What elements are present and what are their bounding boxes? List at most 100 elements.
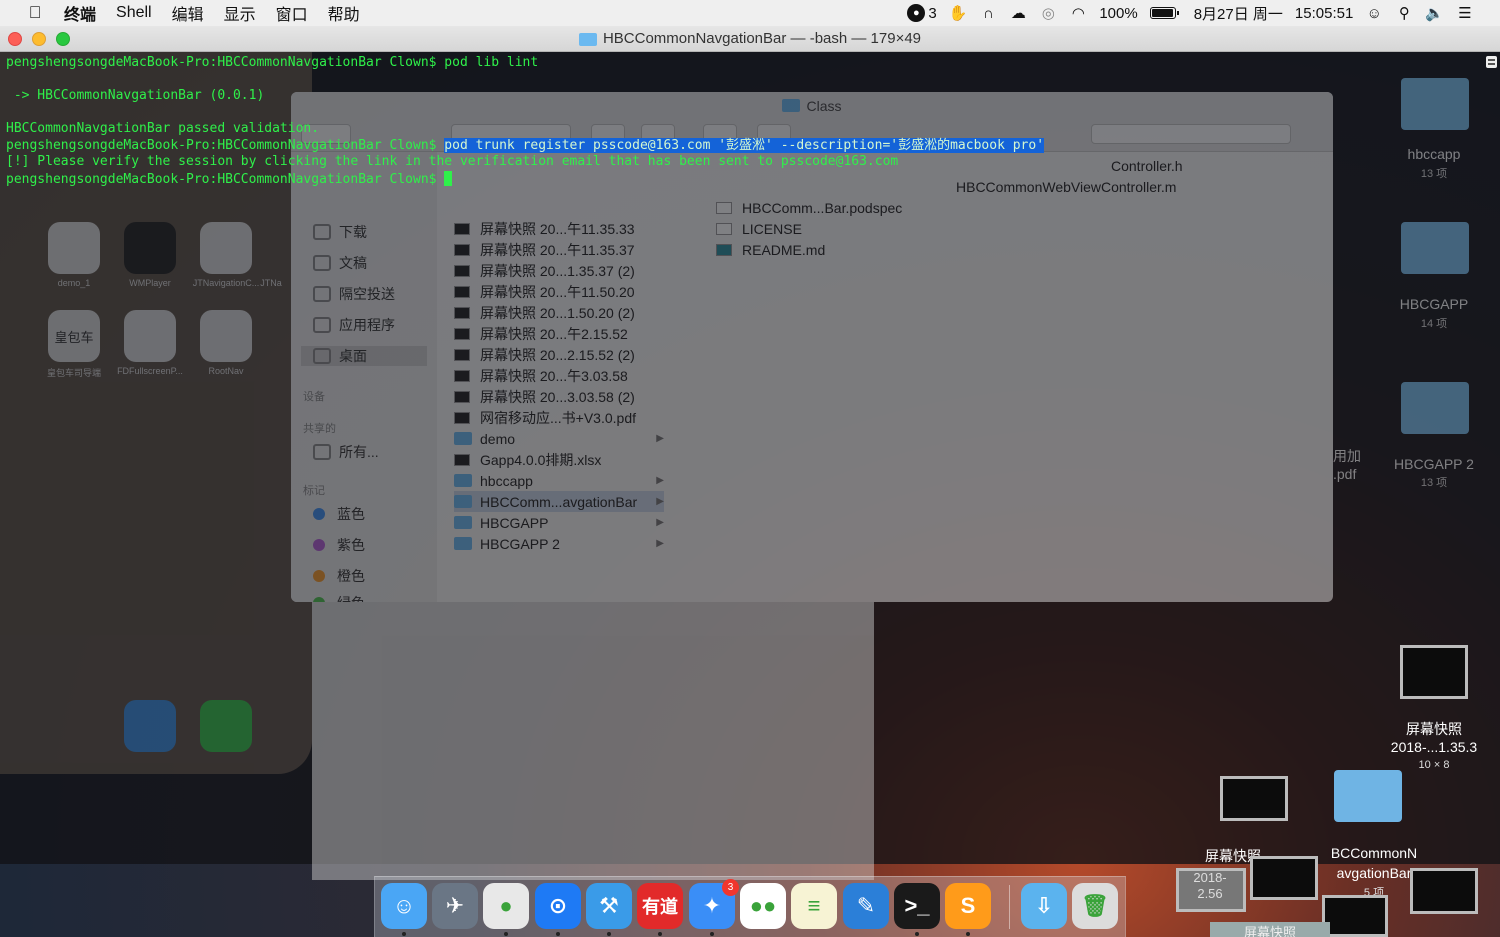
list-item: Controller.h [1111,157,1183,174]
terminal-output[interactable]: pengshengsongdeMacBook-Pro:HBCCommonNavg… [6,55,1045,187]
terminal-title-bar[interactable]: HBCCommonNavgationBar — -bash — 179×49 [0,26,1500,52]
minimize-button[interactable] [32,32,46,46]
sidebar-item-desktop: 桌面 [301,346,427,366]
folder-row: hbccapp ▶ [454,470,664,491]
running-indicator [915,932,919,936]
headset-icon[interactable]: ∩ [979,4,997,22]
folder-icon[interactable] [1334,770,1402,822]
terminal-window-title: HBCCommonNavgationBar — -bash — 179×49 [602,30,922,47]
file-icon [454,453,470,466]
user-icon[interactable]: ☺ [1365,4,1383,22]
battery-icon[interactable] [1149,7,1179,19]
scroll-marker-icon[interactable] [1486,56,1497,68]
folder-icon [454,432,472,445]
terminal-window[interactable]: HBCCommonNavgationBar — -bash — 179×49 d… [0,26,1500,880]
file-row: 屏幕快照 20...午11.35.37 [454,239,664,260]
running-indicator [402,932,406,936]
menu-shell[interactable]: Shell [116,4,152,22]
spotlight-search-icon[interactable]: ⚲ [1395,4,1413,22]
finder-column-project: Controller.h HBCCommonWebViewController.… [686,152,1333,602]
screenshot-thumbnail[interactable] [1410,868,1478,914]
sidebar-section-tags: 标记 [303,485,325,497]
sidebar-item-documents: 文稿 [313,253,367,273]
menu-view[interactable]: 显示 [224,1,256,25]
folder-row: HBCComm...avgationBar ▶ [454,491,664,512]
dingtalk-icon[interactable]: ✦ 3 [689,879,739,929]
file-icon [454,390,470,403]
sim-app-icon [200,222,252,274]
terminal-content[interactable]: demo_1 WMPlayer JTNavigationC... JTNa 皇包… [0,52,1500,880]
folder-row: demo ▶ [454,428,664,449]
sim-app-label: demo_1 [57,278,91,288]
messages-icon [200,700,252,752]
folder-icon [454,516,472,529]
folder-icon [454,474,472,487]
sim-app-icon [48,222,100,274]
sim-app-label: 皇包车司导端 [46,368,101,378]
chrome-icon[interactable]: ● [483,883,529,929]
running-indicator [504,932,508,936]
menu-bar:  终端 Shell 编辑 显示 窗口 帮助 ●3 ✋ ∩ ☁ ◎ ◠ 100%… [0,0,1500,26]
hand-icon[interactable]: ✋ [949,4,968,22]
youdao-icon[interactable]: 有道 [637,883,683,929]
sidebar-item-downloads: 下载 [313,222,367,242]
battery-percent: 100% [1099,4,1138,22]
terminal-icon[interactable]: >_ [894,883,940,929]
running-indicator [607,932,611,936]
wechat-status-icon[interactable]: ☁ [1009,4,1027,22]
zoom-button[interactable] [56,32,70,46]
chevron-right-icon: ▶ [656,475,664,486]
folder-icon [454,537,472,550]
screenshot-tool-icon[interactable]: ◎ [1039,4,1057,22]
wechat-icon[interactable]: ●● [740,883,786,929]
folder-icon [578,33,597,46]
downloads-folder-icon[interactable]: ⇩ [1021,883,1067,929]
terminal-line: [!] Please verify the session by clickin… [6,154,899,169]
screenshot-thumbnail[interactable] [1400,645,1468,699]
xcode-icon[interactable]: ⚒ [586,883,632,929]
menu-edit[interactable]: 编辑 [172,1,204,25]
menubar-time[interactable]: 15:05:51 [1295,5,1353,22]
menu-app-name[interactable]: 终端 [64,1,96,25]
maps-pin-icon[interactable]: ⊙ [535,883,581,929]
network-icon [313,444,331,460]
notes-icon[interactable]: ≡ [791,883,837,929]
list-item: HBCComm...Bar.podspec [716,197,926,218]
menu-window[interactable]: 窗口 [276,1,308,25]
close-button[interactable] [8,32,22,46]
file-icon [454,411,470,424]
finder-sidebar: 下载 文稿 隔空投送 应用程序 桌面 设备 共享的 所有... 标记 蓝色 紫色… [291,152,437,602]
menu-help[interactable]: 帮助 [328,1,360,25]
menubar-date[interactable]: 8月27日 周一 [1194,3,1283,24]
desktop-item-label: 屏幕快照 [1210,922,1330,937]
volume-icon[interactable]: 🔈 [1425,4,1444,22]
status-app-icon[interactable]: ● 3 [907,4,937,22]
sidebar-item-applications: 应用程序 [313,315,395,335]
trash-icon[interactable]: 🗑 [1072,883,1118,929]
chevron-right-icon: ▶ [656,538,664,549]
apple-icon[interactable]:  [22,3,48,23]
terminal-line: -> HBCCommonNavgationBar (0.0.1) [6,88,265,103]
finder-icon[interactable]: ☺ [381,883,427,929]
desktop-item-label: hbccapp [1407,146,1461,162]
sim-app-label: FDFullscreenP... [117,366,183,376]
folder-icon [1401,382,1469,434]
desktop-item-label: 用加 [1333,448,1361,464]
desktop-item-label: HBCGAPP [1399,296,1469,312]
wifi-icon[interactable]: ◠ [1069,4,1087,22]
running-indicator [966,932,970,936]
desktop-item-label: 屏幕快照 [1406,721,1462,737]
screenshot-thumbnail[interactable] [1322,895,1388,937]
tag-green: 绿色 [313,593,365,602]
screenshot-thumbnail[interactable] [1250,856,1318,900]
notification-center-icon[interactable]: ☰ [1456,4,1474,22]
screenshot-thumbnail[interactable] [1220,776,1288,821]
terminal-line: pengshengsongdeMacBook-Pro:HBCCommonNavg… [6,137,1045,153]
tag-orange: 橙色 [313,566,365,586]
sim-app-label: JTNa [260,278,282,288]
desktop-item-sub: 14 项 [1420,318,1448,330]
launchpad-icon[interactable]: ✈ [432,883,478,929]
sublime-icon[interactable]: S [945,883,991,929]
xcode-blueprint-icon[interactable]: ✎ [843,883,889,929]
chevron-right-icon: ▶ [656,433,664,444]
